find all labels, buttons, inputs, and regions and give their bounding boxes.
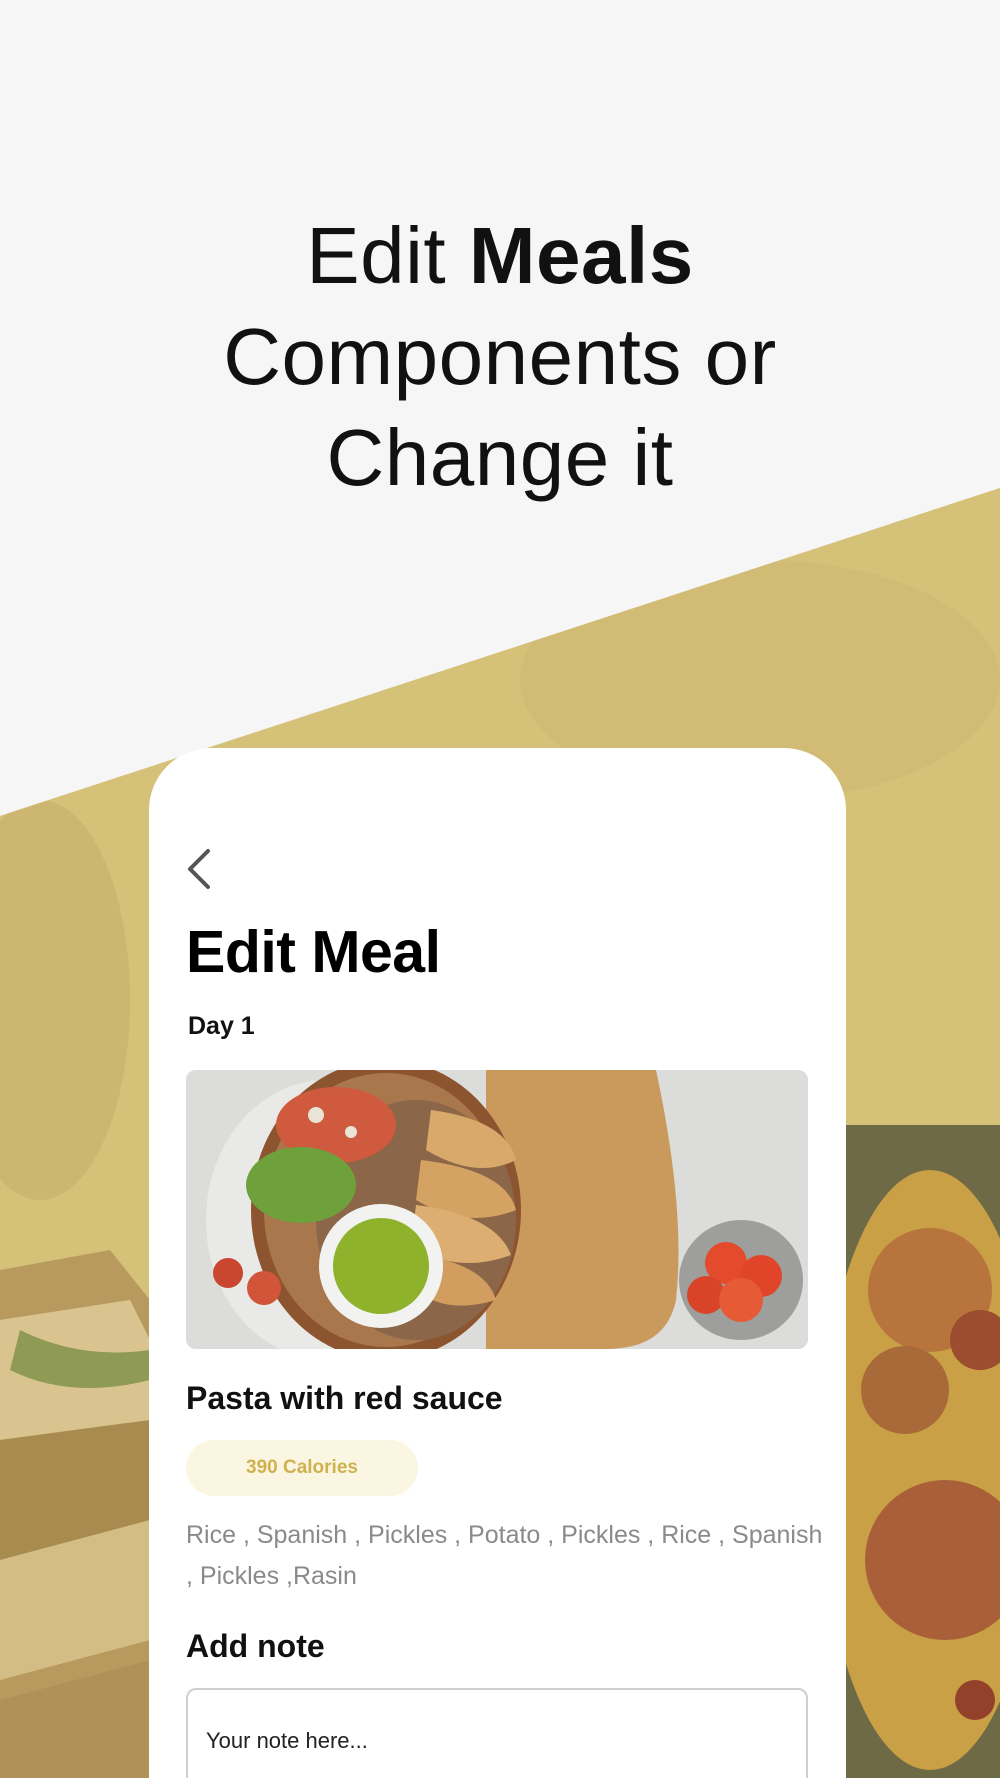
page-title: Edit Meal [186,919,441,985]
headline-word-edit: Edit [306,211,447,300]
edit-meal-screen: Edit Meal Day 1 Pasta with red sauce 390… [149,748,846,1778]
meal-name: Pasta with red sauce [186,1380,503,1416]
ingredients-list: Rice , Spanish , Pickles , Potato , Pick… [186,1521,823,1590]
back-button[interactable] [179,846,219,892]
note-input[interactable] [186,1688,808,1778]
headline-line-1: Edit Meals [0,205,1000,306]
chevron-left-icon [188,849,210,889]
meal-image [186,1070,808,1349]
headline-line-3: Change it [326,413,674,502]
calories-badge: 390 Calories [186,1440,418,1496]
headline-line-2: Components or [223,312,777,401]
promo-headline: Edit Meals Components or Change it [0,205,1000,508]
day-label: Day 1 [188,1012,255,1040]
headline-word-meals: Meals [468,211,694,300]
add-note-heading: Add note [186,1628,325,1664]
